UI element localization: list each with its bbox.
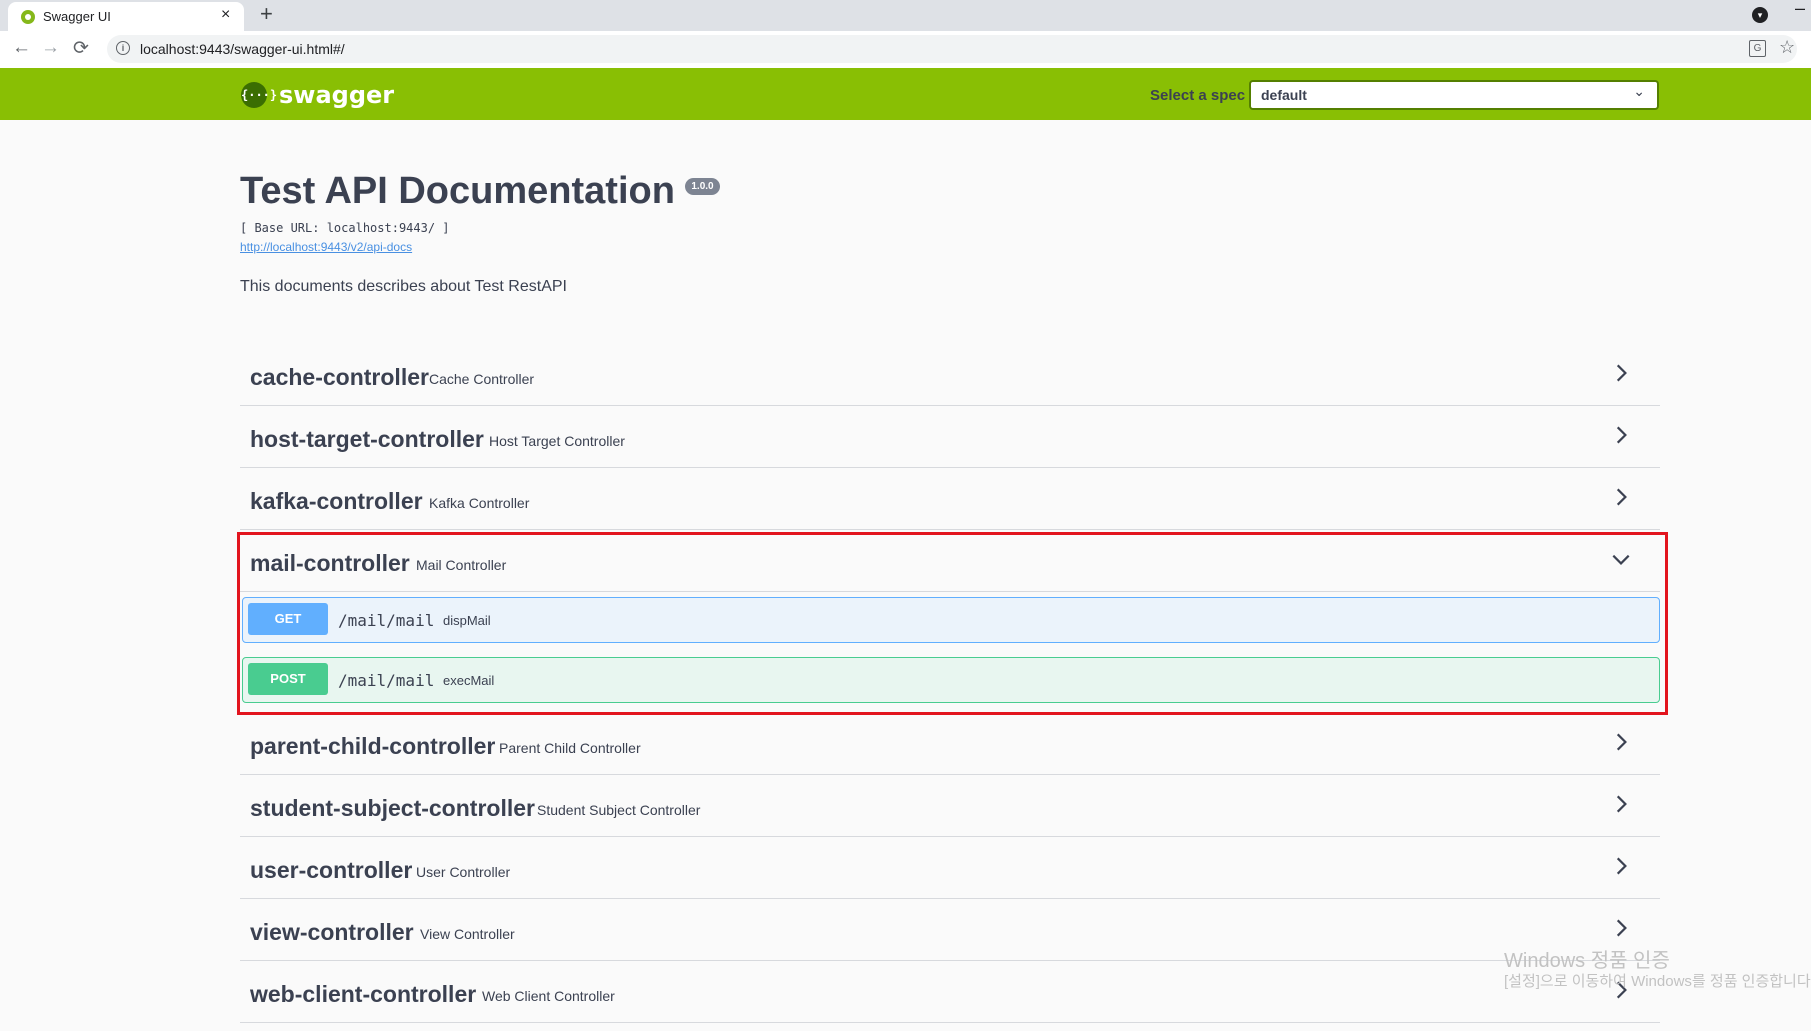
page-title: Test API Documentation [240, 170, 675, 212]
tag-view-controller[interactable]: view-controller View Controller [240, 899, 1660, 961]
tag-user-controller[interactable]: user-controller User Controller [240, 837, 1660, 899]
version-badge: 1.0.0 [685, 178, 720, 195]
tag-description: Parent Child Controller [499, 740, 641, 756]
tag-host-target-controller[interactable]: host-target-controller Host Target Contr… [240, 406, 1660, 468]
chevron-right-icon[interactable] [1610, 731, 1632, 753]
tag-description: Student Subject Controller [537, 802, 701, 818]
info-header: Test API Documentation 1.0.0 [240, 170, 720, 213]
swagger-logo-text[interactable]: swagger [279, 81, 394, 109]
tag-cache-controller[interactable]: cache-controller Cache Controller [240, 344, 1660, 406]
tag-name: user-controller [250, 857, 413, 883]
reload-icon[interactable]: ⟳ [73, 37, 89, 60]
chevron-right-icon[interactable] [1610, 793, 1632, 815]
browser-tab[interactable]: Swagger UI × [8, 2, 244, 31]
tag-student-subject-controller[interactable]: student-subject-controller Student Subje… [240, 775, 1660, 837]
back-arrow-icon[interactable]: ← [12, 37, 31, 59]
chevron-right-icon[interactable] [1610, 917, 1632, 939]
api-description: This documents describes about Test Rest… [240, 278, 567, 295]
tag-description: Web Client Controller [482, 988, 615, 1004]
tag-description: User Controller [416, 864, 511, 880]
select-spec-label: Select a spec [1150, 87, 1246, 104]
bookmark-star-icon[interactable]: ☆ [1779, 37, 1795, 58]
tag-name: host-target-controller [250, 426, 484, 452]
swagger-topbar: {···} swagger Select a spec default ⌄ [0, 68, 1811, 120]
site-info-icon[interactable]: i [116, 41, 130, 55]
browser-tab-strip: Swagger UI × + ▾ – [0, 0, 1811, 31]
address-bar[interactable]: i localhost:9443/swagger-ui.html#/ G ☆ [107, 35, 1797, 63]
tab-search-icon[interactable]: ▾ [1752, 7, 1768, 23]
tag-description: Host Target Controller [489, 433, 625, 449]
minimize-window-button[interactable]: – [1795, 0, 1805, 19]
tag-name: view-controller [250, 919, 414, 945]
tag-kafka-controller[interactable]: kafka-controller Kafka Controller [240, 468, 1660, 530]
tag-description: Kafka Controller [429, 495, 530, 511]
new-tab-button[interactable]: + [260, 1, 273, 27]
browser-toolbar: ← → ⟳ i localhost:9443/swagger-ui.html#/… [0, 31, 1811, 69]
base-url: [ Base URL: localhost:9443/ ] [240, 221, 450, 235]
chevron-down-icon: ⌄ [1633, 83, 1645, 99]
tag-name: parent-child-controller [250, 733, 496, 759]
url-text[interactable]: localhost:9443/swagger-ui.html#/ [140, 41, 345, 57]
tag-name: web-client-controller [250, 981, 477, 1007]
tag-name: student-subject-controller [250, 795, 535, 821]
spec-selected-value: default [1261, 87, 1307, 103]
tag-name: cache-controller [250, 364, 429, 390]
chevron-right-icon[interactable] [1610, 486, 1632, 508]
highlight-box [237, 532, 1668, 715]
tag-name: kafka-controller [250, 488, 423, 514]
tag-description: View Controller [420, 926, 515, 942]
tag-web-client-controller[interactable]: web-client-controller Web Client Control… [240, 961, 1660, 1023]
chevron-right-icon[interactable] [1610, 362, 1632, 384]
tag-description: Cache Controller [429, 371, 535, 387]
windows-activation-watermark: Windows 정품 인증 [1504, 950, 1670, 972]
chevron-right-icon[interactable] [1610, 424, 1632, 446]
chevron-right-icon[interactable] [1610, 855, 1632, 877]
tab-title: Swagger UI [43, 9, 111, 24]
spec-select-dropdown[interactable]: default ⌄ [1249, 80, 1659, 110]
api-docs-link[interactable]: http://localhost:9443/v2/api-docs [240, 240, 412, 254]
swagger-favicon-icon [21, 10, 35, 24]
swagger-logo-icon: {···} [241, 82, 277, 108]
tag-parent-child-controller[interactable]: parent-child-controller Parent Child Con… [240, 713, 1660, 775]
translate-icon[interactable]: G [1749, 40, 1766, 57]
forward-arrow-icon[interactable]: → [41, 37, 60, 59]
close-tab-icon[interactable]: × [221, 6, 230, 24]
windows-activation-hint: [설정]으로 이동하여 Windows를 정품 인증합니다. [1504, 973, 1811, 990]
